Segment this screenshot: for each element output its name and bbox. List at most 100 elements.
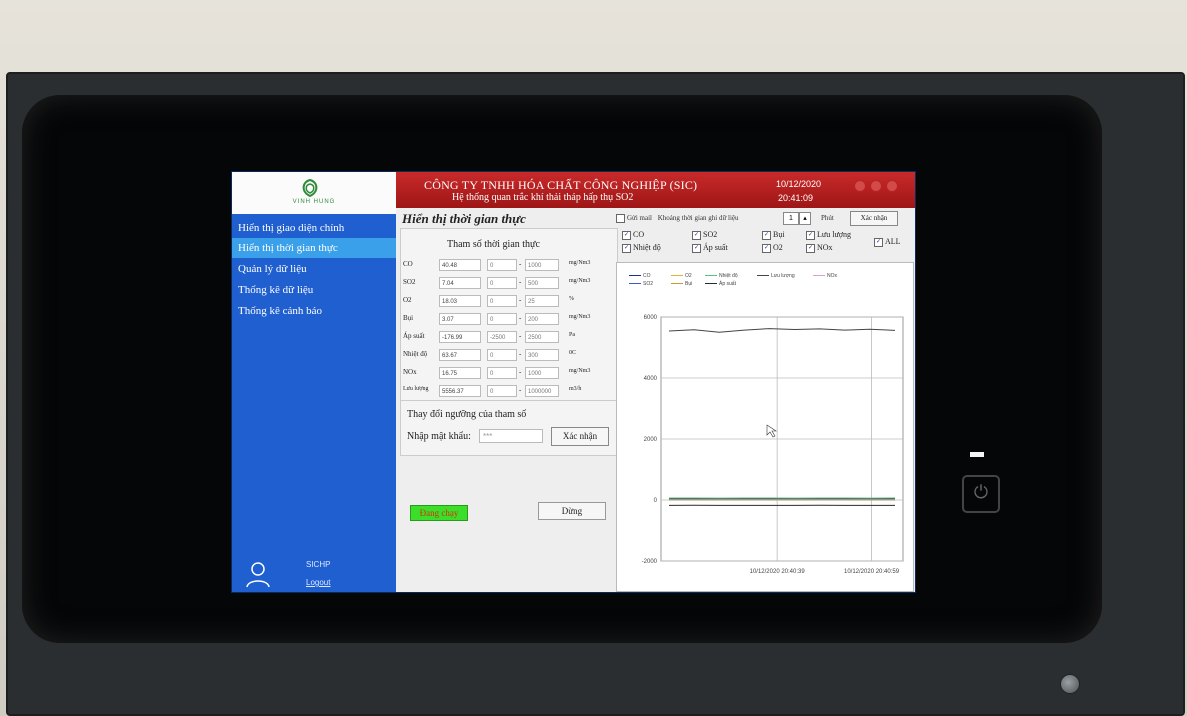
chart-plot: 6000 4000 2000 0 -2000 10/12/2020 20:40:39 10/… — [642, 315, 904, 575]
y-tick-label: 6000 — [644, 315, 658, 321]
sidebar-item-alarm-statistics[interactable]: Thống kê cảnh báo — [232, 301, 396, 321]
y-tick-label: -2000 — [642, 559, 658, 565]
param-min-input[interactable]: 0 — [487, 385, 517, 397]
threshold-title: Thay đổi ngưỡng của tham số — [407, 409, 527, 420]
param-name: Nhiệt độ — [403, 350, 428, 358]
check-dust[interactable]: ✓ Bụi — [762, 230, 785, 240]
x-tick-label: 10/12/2020 20:40:39 — [750, 569, 806, 575]
power-button[interactable]: ⏻ — [962, 475, 1000, 513]
param-value: 63.67 — [439, 349, 481, 361]
top-controls: Gửi mail Khoảng thời gian ghi dữ liệu — [616, 214, 739, 223]
check-co[interactable]: ✓ CO — [622, 230, 644, 240]
param-min-input[interactable]: 0 — [487, 367, 517, 379]
maximize-button[interactable] — [870, 180, 882, 192]
checkbox-icon: ✓ — [762, 243, 771, 253]
param-min-input[interactable]: 0 — [487, 313, 517, 325]
param-row-co: CO 40.48 0 - 1000 mg/Nm3 — [401, 259, 617, 273]
logout-link[interactable]: Logout — [306, 578, 330, 587]
param-name: SO2 — [403, 278, 416, 286]
param-name: NOx — [403, 368, 417, 376]
send-mail-checkbox[interactable] — [616, 214, 625, 223]
param-name: O2 — [403, 296, 412, 304]
check-temperature[interactable]: ✓ Nhiệt độ — [622, 243, 661, 253]
param-row-pressure: Áp suất -176.99 -2500 - 2500 Pa — [401, 331, 617, 345]
check-nox[interactable]: ✓ NOx — [806, 243, 833, 253]
param-name: Bụi — [403, 314, 414, 322]
param-max-input[interactable]: 1000000 — [525, 385, 559, 397]
confirm-password-button[interactable]: Xác nhận — [551, 427, 609, 446]
param-min-input[interactable]: 0 — [487, 259, 517, 271]
params-title: Tham số thời gian thực — [447, 239, 540, 250]
sidebar-item-data-management[interactable]: Quản lý dữ liệu — [232, 259, 396, 279]
main-panel: Hiển thị thời gian thực Gửi mail Khoảng … — [396, 208, 915, 592]
check-pressure[interactable]: ✓ Áp suất — [692, 243, 728, 253]
param-row-o2: O2 18.03 0 - 25 % — [401, 295, 617, 309]
param-min-input[interactable]: 0 — [487, 295, 517, 307]
param-unit: mg/Nm3 — [569, 314, 591, 320]
param-max-input[interactable]: 2500 — [525, 331, 559, 343]
stop-button[interactable]: Dừng — [538, 502, 606, 520]
interval-input[interactable]: 1 — [783, 212, 799, 225]
check-label: ALL — [885, 237, 901, 246]
running-status-button[interactable]: Đang chạy — [410, 505, 468, 521]
password-label: Nhập mật khẩu: — [407, 431, 471, 442]
page-title: Hiển thị thời gian thực — [402, 211, 526, 226]
sidebar-item-realtime[interactable]: Hiển thị thời gian thực — [232, 238, 396, 258]
param-row-temperature: Nhiệt độ 63.67 0 - 300 0C — [401, 349, 617, 363]
param-max-input[interactable]: 500 — [525, 277, 559, 289]
check-so2[interactable]: ✓ SO2 — [692, 230, 717, 240]
sidebar-item-data-statistics[interactable]: Thống kê dữ liệu — [232, 280, 396, 300]
y-tick-label: 2000 — [644, 437, 658, 443]
close-button[interactable] — [886, 180, 898, 192]
check-label: SO2 — [703, 230, 718, 239]
check-flow[interactable]: ✓ Lưu lượng — [806, 230, 851, 240]
range-dash: - — [519, 314, 522, 322]
param-unit: mg/Nm3 — [569, 278, 591, 284]
param-min-input[interactable]: 0 — [487, 349, 517, 361]
interval-unit: Phút — [821, 214, 834, 222]
checkbox-icon: ✓ — [692, 243, 701, 253]
param-row-so2: SO2 7.04 0 - 500 mg/Nm3 — [401, 277, 617, 291]
check-label: NOx — [817, 243, 833, 252]
param-max-input[interactable]: 1000 — [525, 367, 559, 379]
param-max-input[interactable]: 200 — [525, 313, 559, 325]
param-value: -176.99 — [439, 331, 481, 343]
param-value: 5556.37 — [439, 385, 481, 397]
x-tick-label: 10/12/2020 20:40:59 — [844, 569, 900, 575]
range-dash: - — [519, 368, 522, 376]
param-name: Áp suất — [403, 332, 425, 340]
y-tick-label: 0 — [654, 498, 658, 504]
password-input[interactable]: *** — [479, 429, 543, 443]
param-value: 40.48 — [439, 259, 481, 271]
mouse-cursor-icon — [766, 424, 777, 438]
hmi-screen: VINH HUNG Hiển thị giao diện chính Hiển … — [231, 171, 916, 593]
param-min-input[interactable]: -2500 — [487, 331, 517, 343]
check-o2[interactable]: ✓ O2 — [762, 243, 783, 253]
interval-stepper[interactable]: ▴ — [799, 212, 811, 225]
checkbox-icon: ✓ — [874, 237, 883, 247]
sidebar-item-main-view[interactable]: Hiển thị giao diện chính — [232, 218, 396, 238]
company-logo-icon — [302, 178, 318, 198]
param-value: 18.03 — [439, 295, 481, 307]
confirm-interval-button[interactable]: Xác nhận — [850, 211, 898, 226]
param-name: CO — [403, 260, 413, 268]
param-name: Lưu lượng — [403, 386, 429, 392]
threshold-panel: Thay đổi ngưỡng của tham số Nhập mật khẩ… — [400, 400, 618, 456]
param-min-input[interactable]: 0 — [487, 277, 517, 289]
check-all[interactable]: ✓ ALL — [874, 237, 901, 247]
param-value: 16.75 — [439, 367, 481, 379]
user-name: SICHP — [306, 560, 331, 569]
param-max-input[interactable]: 25 — [525, 295, 559, 307]
checkbox-icon: ✓ — [692, 230, 701, 240]
param-value: 7.04 — [439, 277, 481, 289]
param-max-input[interactable]: 300 — [525, 349, 559, 361]
check-label: Lưu lượng — [817, 230, 852, 239]
range-dash: - — [519, 350, 522, 358]
minimize-button[interactable] — [854, 180, 866, 192]
range-dash: - — [519, 296, 522, 304]
param-max-input[interactable]: 1000 — [525, 259, 559, 271]
param-row-flow: Lưu lượng 5556.37 0 - 1000000 m3/h — [401, 385, 617, 399]
range-dash: - — [519, 332, 522, 340]
realtime-chart: CO O2 Nhiệt độ Lưu lượng NOx SO2 Bụi Áp … — [616, 262, 914, 592]
user-avatar-icon — [246, 562, 270, 588]
